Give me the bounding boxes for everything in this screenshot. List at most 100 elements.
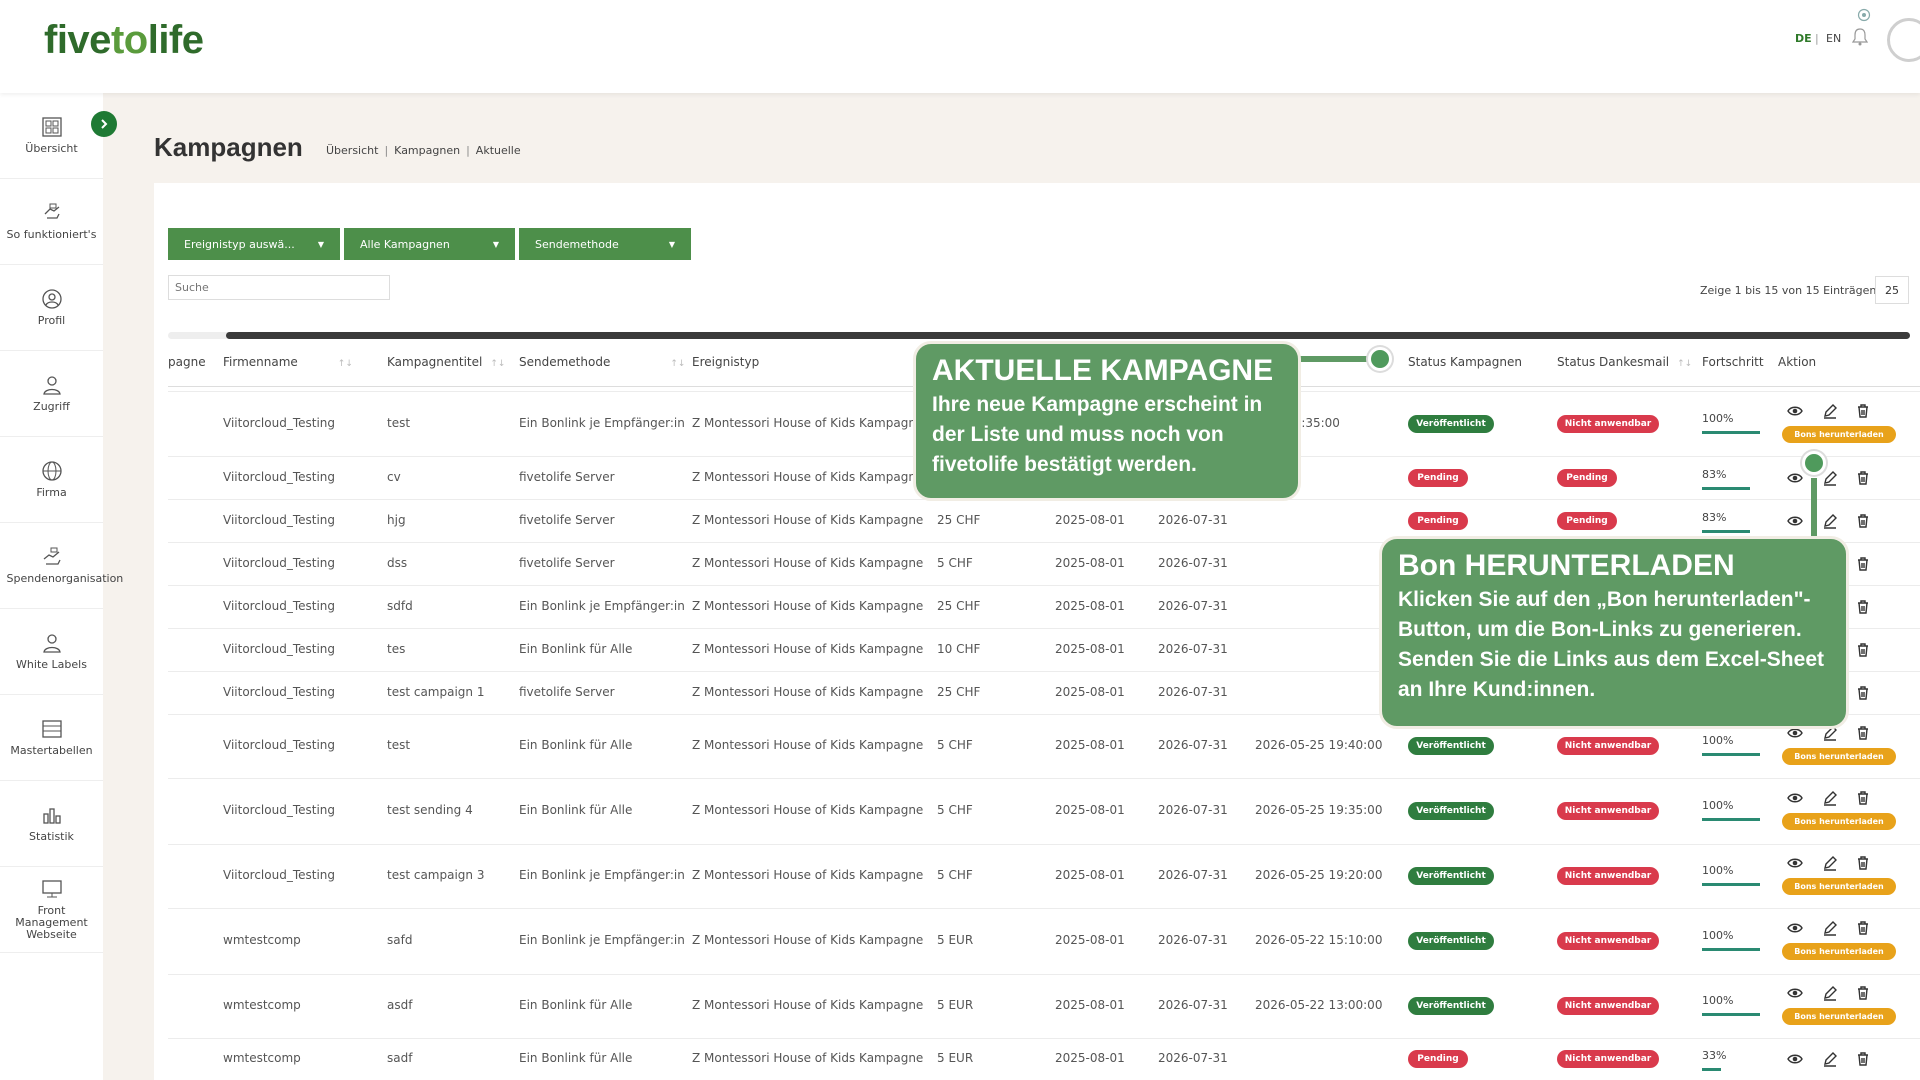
sidebar-item-profil[interactable]: Profil [0,265,103,351]
event-type-dropdown[interactable]: Ereignistyp auswä... ▼ [168,228,340,260]
trash-icon[interactable] [1855,470,1871,486]
cell-kampagnentitel: asdf [387,998,413,1012]
sidebar-item-white-labels[interactable]: White Labels [0,609,103,695]
col-header-kampagnentitel[interactable]: Kampagnentitel ↑↓ [387,355,505,369]
progress-bar [1702,753,1760,756]
bell-icon[interactable] [1852,28,1868,46]
eye-icon[interactable] [1787,920,1803,936]
edit-icon[interactable] [1822,513,1838,529]
horizontal-scroll-thumb[interactable] [226,332,1910,339]
col-header-status-kampagnen[interactable]: Status Kampagnen [1408,355,1522,369]
send-method-dropdown[interactable]: Sendemethode ▼ [519,228,691,260]
cell-kampagnentitel: test sending 4 [387,803,473,817]
edit-icon[interactable] [1822,920,1838,936]
eye-icon[interactable] [1787,403,1803,419]
edit-icon[interactable] [1822,855,1838,871]
sidebar-item-so-funktionierts[interactable]: So funktioniert's [0,179,103,265]
trash-icon[interactable] [1855,725,1871,741]
sidebar-toggle-button[interactable] [91,111,117,137]
bons-download-button[interactable]: Bons herunterladen [1782,425,1896,443]
search-input[interactable] [168,275,390,300]
settings-icon[interactable] [1857,8,1871,22]
col-header-fortschritt[interactable]: Fortschritt [1702,355,1764,369]
campaigns-dropdown[interactable]: Alle Kampagnen ▼ [344,228,515,260]
breadcrumb-uebersicht[interactable]: Übersicht [326,144,378,157]
bons-download-button[interactable]: Bons herunterladen [1782,748,1896,765]
sidebar-item-front-management[interactable]: Front Management Webseite [0,867,103,953]
cell-enddatum: 2026-07-31 [1158,641,1228,656]
cell-sendemethode: Ein Bonlink für Alle [519,998,633,1012]
fivetolife-logo[interactable]: fivetolife [44,18,204,63]
status-badge: Veröffentlicht [1408,737,1494,755]
highlight-dot [1802,451,1826,475]
trash-icon[interactable] [1855,685,1871,701]
sidebar-item-uebersicht[interactable]: Übersicht [0,93,103,179]
breadcrumb: Übersicht | Kampagnen | Aktuelle [326,144,521,157]
trash-icon[interactable] [1855,855,1871,871]
trash-icon[interactable] [1855,403,1871,419]
bons-download-button[interactable]: Bons herunterladen [1782,1008,1896,1025]
bons-download-button[interactable]: Bons herunterladen [1782,943,1896,960]
cell-kampagnentitel: cv [387,469,401,484]
edit-icon[interactable] [1822,1051,1838,1067]
col-header-firmenname[interactable]: Firmenname ↑↓ [223,355,353,369]
lang-en-button[interactable]: EN [1826,32,1841,45]
cell-enddatum: 2026-07-31 [1158,684,1228,699]
progress-label: 100% [1702,799,1734,812]
cell-firmenname: Viitorcloud_Testing [223,469,336,484]
col-header-ereignistyp[interactable]: Ereignistyp [692,355,759,369]
cell-sendemethode: fivetolife Server [519,512,615,527]
sidebar-item-zugriff[interactable]: Zugriff [0,351,103,437]
col-header-status-dankesmail[interactable]: Status Dankesmail ↑↓ [1557,355,1692,369]
progress-bar [1702,430,1760,434]
sidebar-item-statistik[interactable]: Statistik [0,781,103,867]
progress-label: 33% [1702,1049,1727,1062]
trash-icon[interactable] [1855,556,1871,572]
avatar[interactable] [1887,18,1920,62]
trash-icon[interactable] [1855,513,1871,529]
trash-icon[interactable] [1855,642,1871,658]
edit-icon[interactable] [1822,470,1838,486]
col-header-sendemethode[interactable]: Sendemethode ↑↓ [519,355,685,369]
eye-icon[interactable] [1787,985,1803,1001]
cell-versanddatum: 2026-05-22 13:00:00 [1255,998,1383,1012]
status-badge: Veröffentlicht [1408,932,1494,950]
eye-icon[interactable] [1787,855,1803,871]
trash-icon[interactable] [1855,920,1871,936]
callout-connector [1811,478,1817,538]
cell-enddatum: 2026-07-31 [1158,803,1228,817]
callout-aktuelle-kampagne: AKTUELLE KAMPAGNE Ihre neue Kampagne ers… [913,341,1301,501]
eye-icon[interactable] [1787,470,1803,486]
status-badge: Veröffentlicht [1408,414,1494,433]
sidebar-item-label: Übersicht [25,142,78,155]
user-key-icon [42,376,61,395]
trash-icon[interactable] [1855,1051,1871,1067]
grid-icon [41,117,62,137]
cell-firmenname: wmtestcomp [223,1051,301,1065]
eye-icon[interactable] [1787,513,1803,529]
edit-icon[interactable] [1822,403,1838,419]
edit-icon[interactable] [1822,985,1838,1001]
eye-icon[interactable] [1787,1051,1803,1067]
hand-icon [44,203,60,219]
edit-icon[interactable] [1822,790,1838,806]
trash-icon[interactable] [1855,599,1871,615]
sidebar-item-mastertabellen[interactable]: Mastertabellen [0,695,103,781]
bons-download-button[interactable]: Bons herunterladen [1782,878,1896,895]
trash-icon[interactable] [1855,790,1871,806]
eye-icon[interactable] [1787,790,1803,806]
col-header-kampagne[interactable]: pagne [168,355,206,369]
sidebar-item-label: White Labels [16,658,87,671]
cell-versanddatum: 2026-05-25 19:35:00 [1255,803,1383,817]
sidebar-item-spendenorganisation[interactable]: Spendenorganisation [0,523,123,609]
sidebar-item-firma[interactable]: Firma [0,437,103,523]
sidebar: Übersicht So funktioniert's Profil Zugri… [0,93,123,1080]
lang-de-button[interactable]: DE [1795,32,1812,45]
trash-icon[interactable] [1855,985,1871,1001]
bons-download-button[interactable]: Bons herunterladen [1782,813,1896,830]
progress-bar [1702,883,1760,886]
page-size-select[interactable]: 25 [1875,276,1909,304]
progress-bar [1702,948,1760,951]
breadcrumb-kampagnen[interactable]: Kampagnen [394,144,460,157]
cell-enddatum: 2026-07-31 [1158,512,1228,527]
